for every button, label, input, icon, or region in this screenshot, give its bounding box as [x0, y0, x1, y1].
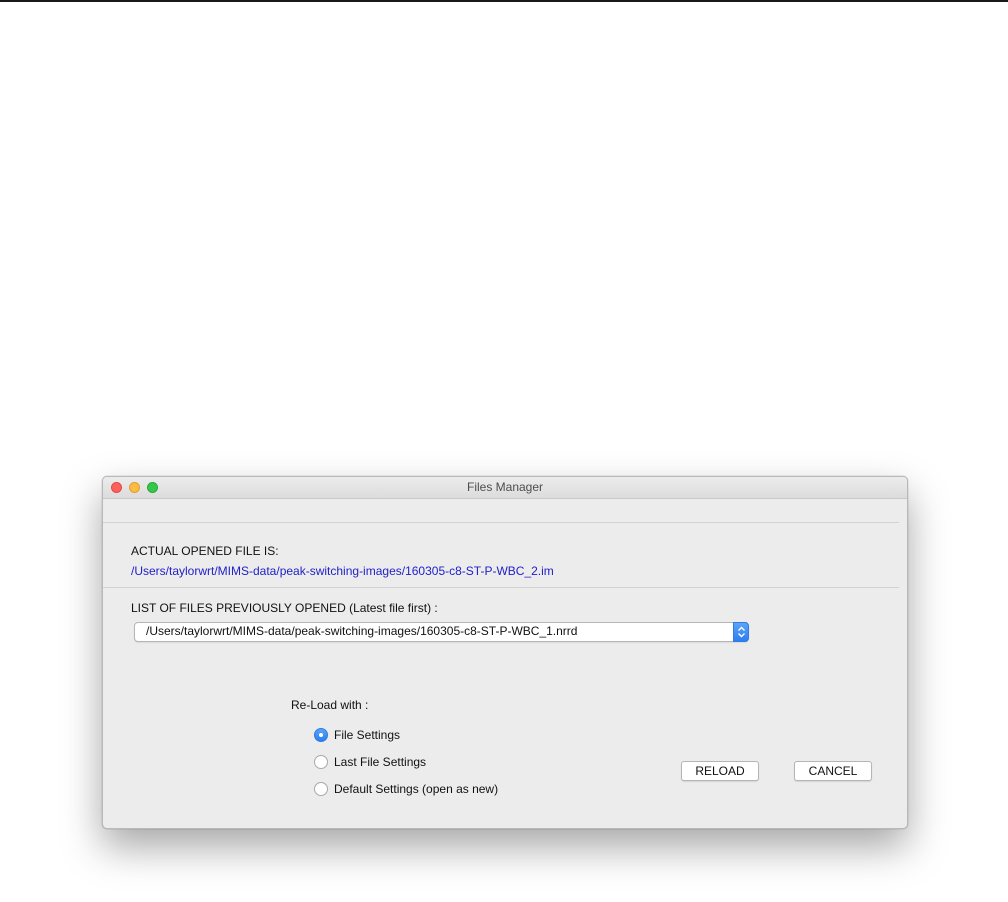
cancel-button[interactable]: CANCEL	[794, 761, 872, 781]
top-separator	[103, 522, 899, 523]
previous-files-dropdown[interactable]: /Users/taylorwrt/MIMS-data/peak-switchin…	[134, 622, 749, 642]
chevron-updown-icon[interactable]	[733, 622, 749, 642]
actual-file-path: /Users/taylorwrt/MIMS-data/peak-switchin…	[131, 564, 554, 578]
radio-label: File Settings	[334, 728, 401, 742]
middle-separator	[103, 587, 899, 588]
screen-top-border	[0, 0, 1008, 2]
radio-button[interactable]	[314, 755, 328, 769]
radio-label: Default Settings (open as new)	[334, 782, 499, 796]
previous-files-selected-value: /Users/taylorwrt/MIMS-data/peak-switchin…	[146, 624, 578, 638]
actual-file-label: ACTUAL OPENED FILE IS:	[131, 544, 279, 558]
previous-files-label: LIST OF FILES PREVIOUSLY OPENED (Latest …	[131, 601, 438, 615]
reload-button[interactable]: RELOAD	[681, 761, 759, 781]
radio-button-checked[interactable]	[314, 728, 328, 742]
reload-with-label: Re-Load with :	[291, 698, 369, 712]
radio-label: Last File Settings	[334, 755, 427, 769]
files-manager-window: Files Manager ACTUAL OPENED FILE IS: /Us…	[102, 476, 908, 829]
window-title: Files Manager	[466, 480, 544, 494]
radio-button[interactable]	[314, 782, 328, 796]
title-bar: Files Manager	[103, 477, 907, 499]
